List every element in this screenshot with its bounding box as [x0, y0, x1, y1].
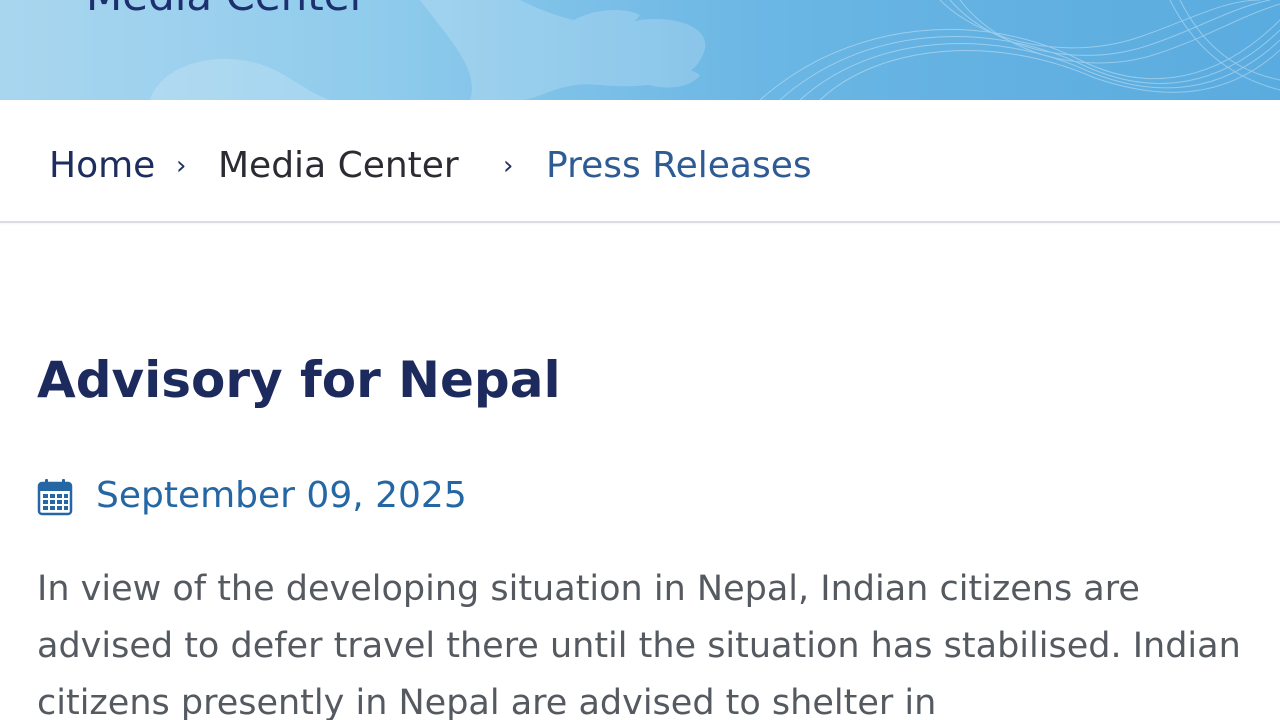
breadcrumb-home-link[interactable]: Home: [49, 144, 155, 188]
breadcrumb-media-center-link[interactable]: Media Center: [218, 144, 459, 188]
article-title: Advisory for Nepal: [37, 351, 561, 409]
article-date: September 09, 2025: [96, 475, 467, 516]
breadcrumb: Home › Media Center › Press Releases: [0, 100, 1280, 223]
banner-title: Media Center: [86, 0, 367, 24]
calendar-icon: [37, 479, 73, 516]
page-banner: Media Center: [0, 0, 1280, 100]
page: Media Center Home › Media Center › Press…: [0, 0, 1280, 720]
breadcrumb-separator: ›: [176, 151, 187, 181]
breadcrumb-separator: ›: [503, 151, 514, 181]
article-body-text: In view of the developing situation in N…: [37, 569, 1241, 720]
breadcrumb-current-press-releases: Press Releases: [546, 145, 812, 186]
